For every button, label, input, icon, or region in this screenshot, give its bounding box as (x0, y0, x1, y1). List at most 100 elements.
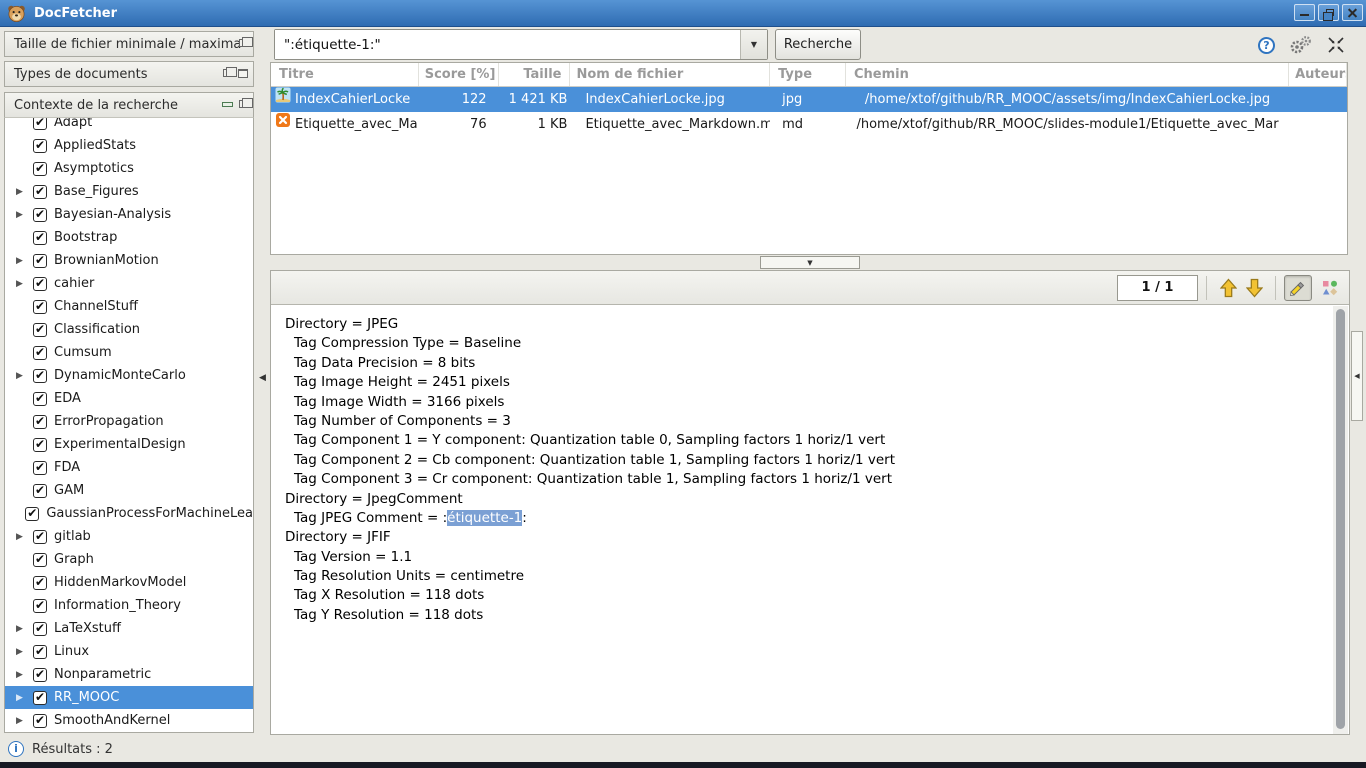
table-preview-splitter[interactable]: ▼ (270, 255, 1350, 270)
tree-item-Bayesian-Analysis[interactable]: ▶✔Bayesian-Analysis (5, 203, 253, 226)
restore-button[interactable] (1318, 4, 1339, 21)
tree-item-BrownianMotion[interactable]: ▶✔BrownianMotion (5, 249, 253, 272)
collapse-preview-button[interactable]: ▼ (760, 256, 860, 269)
tree-item-cahier[interactable]: ▶✔cahier (5, 272, 253, 295)
panel-maximize-icon[interactable] (238, 69, 248, 78)
panel-restore-icon[interactable] (239, 39, 248, 47)
search-history-dropdown[interactable]: ▼ (740, 30, 767, 59)
tree-item-DynamicMonteCarlo[interactable]: ▶✔DynamicMonteCarlo (5, 364, 253, 387)
sidebar-sash[interactable]: ◀ (254, 28, 270, 762)
tree-item-RR_MOOC[interactable]: ▶✔RR_MOOC (5, 686, 253, 709)
tree-item-EDA[interactable]: ✔EDA (5, 387, 253, 410)
column-header-auteurs[interactable]: Auteurs (1289, 63, 1347, 86)
expand-arrow-icon[interactable]: ▶ (11, 187, 33, 197)
checkbox[interactable]: ✔ (33, 323, 47, 337)
tree-item-Base_Figures[interactable]: ▶✔Base_Figures (5, 180, 253, 203)
tree-item-Bootstrap[interactable]: ✔Bootstrap (5, 226, 253, 249)
checkbox[interactable]: ✔ (33, 415, 47, 429)
panel-restore-icon[interactable] (223, 69, 232, 77)
checkbox[interactable]: ✔ (33, 300, 47, 314)
expand-arrow-icon[interactable]: ▶ (11, 371, 33, 381)
tree-item-HiddenMarkovModel[interactable]: ✔HiddenMarkovModel (5, 571, 253, 594)
tree-item-GaussianProcessForMachineLea[interactable]: ✔GaussianProcessForMachineLea (5, 502, 253, 525)
checkbox[interactable]: ✔ (33, 691, 47, 705)
help-icon[interactable]: ? (1258, 37, 1275, 54)
checkbox[interactable]: ✔ (33, 369, 47, 383)
tree-item-ExperimentalDesign[interactable]: ✔ExperimentalDesign (5, 433, 253, 456)
tree-item-AppliedStats[interactable]: ✔AppliedStats (5, 134, 253, 157)
tree-item-Classification[interactable]: ✔Classification (5, 318, 253, 341)
next-occurrence-button[interactable] (1241, 275, 1267, 301)
checkbox[interactable]: ✔ (33, 231, 47, 245)
tree-item-Asymptotics[interactable]: ✔Asymptotics (5, 157, 253, 180)
minimize-button[interactable] (1294, 4, 1315, 21)
expand-arrow-icon[interactable]: ▶ (11, 532, 33, 542)
highlight-toggle-button[interactable] (1284, 275, 1312, 301)
expand-arrow-icon[interactable]: ▶ (11, 693, 33, 703)
checkbox[interactable]: ✔ (33, 668, 47, 682)
checkbox[interactable]: ✔ (33, 484, 47, 498)
search-input[interactable] (275, 30, 740, 59)
tree-item-Information_Theory[interactable]: ✔Information_Theory (5, 594, 253, 617)
preferences-gears-icon[interactable] (1288, 35, 1314, 55)
expand-arrow-icon[interactable]: ▶ (11, 210, 33, 220)
tree-item-LaTeXstuff[interactable]: ▶✔LaTeXstuff (5, 617, 253, 640)
tree-item-ErrorPropagation[interactable]: ✔ErrorPropagation (5, 410, 253, 433)
expand-arrow-icon[interactable]: ▶ (11, 279, 33, 289)
column-header-type[interactable]: Type (770, 63, 846, 86)
scrollbar-thumb[interactable] (1336, 309, 1345, 729)
expand-arrow-icon[interactable]: ▶ (11, 624, 33, 634)
table-row[interactable]: IndexCahierLocke1221 421 KBIndexCahierLo… (271, 87, 1347, 112)
preview-scrollbar[interactable] (1333, 306, 1348, 734)
expand-arrow-icon[interactable]: ▶ (11, 647, 33, 657)
search-button[interactable]: Recherche (775, 29, 861, 60)
tree-item-Adapt[interactable]: ✔Adapt (5, 118, 253, 134)
checkbox[interactable]: ✔ (33, 576, 47, 590)
expand-arrow-icon[interactable]: ▶ (11, 670, 33, 680)
checkbox[interactable]: ✔ (33, 254, 47, 268)
checkbox[interactable]: ✔ (33, 530, 47, 544)
result-colors-button[interactable] (1316, 275, 1344, 301)
checkbox[interactable]: ✔ (33, 438, 47, 452)
tree-item-Nonparametric[interactable]: ▶✔Nonparametric (5, 663, 253, 686)
previous-occurrence-button[interactable] (1215, 275, 1241, 301)
tree-item-SmoothAndKernel[interactable]: ▶✔SmoothAndKernel (5, 709, 253, 732)
checkbox[interactable]: ✔ (33, 622, 47, 636)
checkbox[interactable]: ✔ (33, 714, 47, 728)
panel-document-types[interactable]: Types de documents (4, 61, 254, 87)
column-header-score-%-[interactable]: Score [%] (419, 63, 499, 86)
expand-arrow-icon[interactable]: ▶ (11, 716, 33, 726)
column-header-taille[interactable]: Taille (499, 63, 571, 86)
tree-item-Graph[interactable]: ✔Graph (5, 548, 253, 571)
panel-restore-icon[interactable] (239, 100, 248, 108)
close-button[interactable] (1342, 4, 1363, 21)
table-row[interactable]: Etiquette_avec_Ma761 KBEtiquette_avec_Ma… (271, 112, 1347, 137)
to-system-tray-icon[interactable] (1327, 36, 1345, 54)
panel-search-scope[interactable]: Contexte de la recherche (4, 92, 254, 118)
tree-item-GAM[interactable]: ✔GAM (5, 479, 253, 502)
tree-item-gitlab[interactable]: ▶✔gitlab (5, 525, 253, 548)
checkbox[interactable]: ✔ (25, 507, 39, 521)
checkbox[interactable]: ✔ (33, 162, 47, 176)
panel-file-size[interactable]: Taille de fichier minimale / maxima (4, 31, 254, 57)
checkbox[interactable]: ✔ (33, 645, 47, 659)
checkbox[interactable]: ✔ (33, 392, 47, 406)
collapse-sidebar-icon[interactable]: ◀ (259, 373, 266, 383)
checkbox[interactable]: ✔ (33, 277, 47, 291)
tree-item-ChannelStuff[interactable]: ✔ChannelStuff (5, 295, 253, 318)
page-indicator[interactable]: 1 / 1 (1117, 275, 1198, 301)
checkbox[interactable]: ✔ (33, 346, 47, 360)
panel-minimize-icon[interactable] (222, 102, 233, 107)
checkbox[interactable]: ✔ (33, 139, 47, 153)
checkbox[interactable]: ✔ (33, 208, 47, 222)
right-sash-handle[interactable]: ◀ (1351, 331, 1363, 421)
tree-item-FDA[interactable]: ✔FDA (5, 456, 253, 479)
checkbox[interactable]: ✔ (33, 599, 47, 613)
expand-arrow-icon[interactable]: ▶ (11, 256, 33, 266)
column-header-titre[interactable]: Titre (271, 63, 419, 86)
tree-item-Linux[interactable]: ▶✔Linux (5, 640, 253, 663)
titlebar[interactable]: DocFetcher (0, 0, 1366, 27)
column-header-nom-de-fichier[interactable]: Nom de fichier (570, 63, 770, 86)
checkbox[interactable]: ✔ (33, 553, 47, 567)
checkbox[interactable]: ✔ (33, 185, 47, 199)
